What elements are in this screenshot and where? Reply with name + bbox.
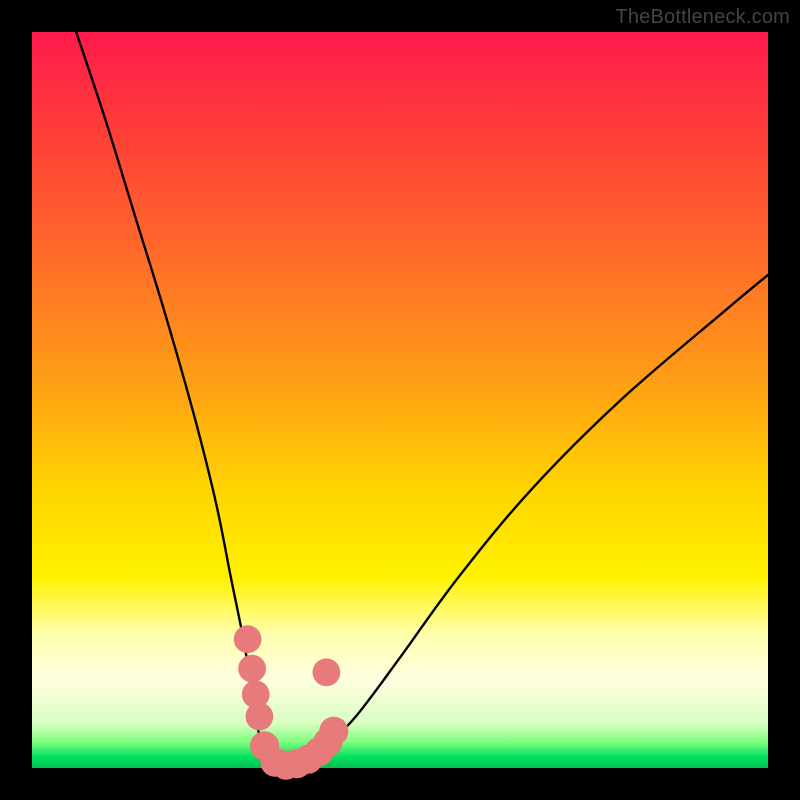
chart-frame: TheBottleneck.com xyxy=(0,0,800,800)
marker-point xyxy=(238,655,266,683)
watermark: TheBottleneck.com xyxy=(615,6,790,29)
bottleneck-curve xyxy=(76,32,768,769)
marker-point xyxy=(234,625,262,653)
highlighted-points xyxy=(234,625,349,779)
chart-svg xyxy=(32,32,768,768)
marker-point xyxy=(246,703,274,731)
marker-point xyxy=(313,658,341,686)
marker-point xyxy=(319,717,348,746)
